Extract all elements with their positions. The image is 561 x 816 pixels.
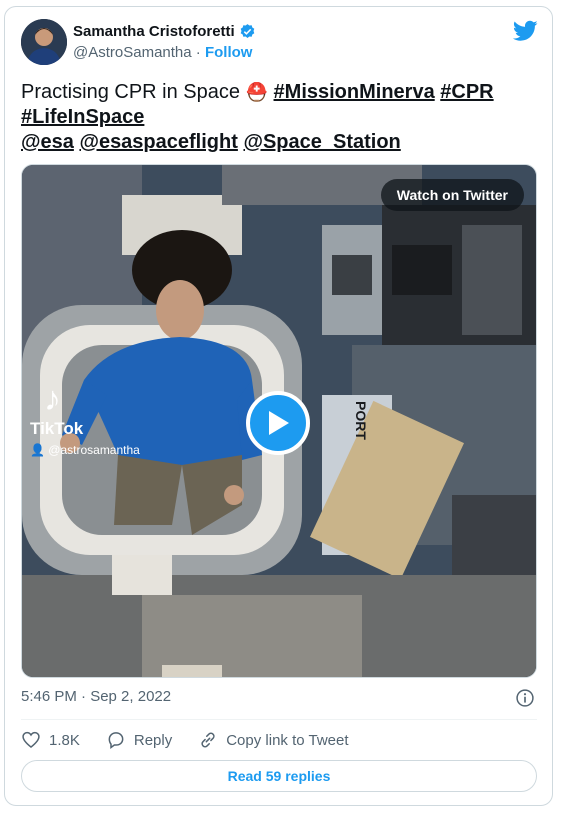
play-icon	[269, 411, 289, 435]
tweet-actions: 1.8K Reply Copy link to Tweet	[21, 729, 375, 751]
tweet-line-1: Practising CPR in Space ⛑️ #MissionMiner…	[21, 80, 541, 105]
tiktok-username: 👤 @astrosamantha	[30, 443, 140, 457]
tweet-line-3: @esa @esaspaceflight @Space_Station	[21, 130, 541, 155]
like-count: 1.8K	[49, 731, 80, 749]
watch-on-twitter-button[interactable]: Watch on Twitter	[380, 179, 524, 211]
handle-separator: ·	[191, 44, 205, 61]
author-handle-row: @AstroSamantha · Follow	[73, 44, 252, 61]
play-button[interactable]	[246, 391, 310, 455]
hashtag-cpr[interactable]: #CPR	[440, 81, 493, 103]
avatar-photo	[21, 19, 67, 65]
tiktok-label: TikTok	[30, 419, 84, 438]
tweet-timestamp[interactable]: 5:46 PM · Sep 2, 2022	[21, 688, 171, 705]
tiktok-watermark: ♪ TikTok 👤 @astrosamantha	[30, 381, 140, 457]
mention-space-station[interactable]: @Space_Station	[243, 131, 400, 153]
mention-esaspaceflight[interactable]: @esaspaceflight	[79, 131, 237, 153]
reply-icon	[108, 732, 124, 749]
avatar[interactable]	[21, 19, 67, 65]
info-icon[interactable]	[515, 688, 535, 708]
link-icon	[201, 732, 215, 748]
video-player[interactable]: PORT Watch on Twitter ♪ TikTok 👤 @astros…	[21, 164, 537, 678]
heart-icon	[22, 731, 40, 749]
like-button[interactable]: 1.8K	[21, 730, 80, 750]
user-icon: 👤	[30, 443, 49, 457]
twitter-bird-icon[interactable]	[513, 20, 538, 42]
copy-link-button[interactable]: Copy link to Tweet	[198, 730, 349, 750]
verified-badge-icon	[240, 24, 255, 38]
author-name[interactable]: Samantha Cristoforetti	[73, 23, 235, 40]
author-name-row[interactable]: Samantha Cristoforetti	[73, 23, 256, 40]
tweet-plain-text: Practising CPR in Space	[21, 81, 246, 103]
reply-button[interactable]: Reply	[106, 730, 172, 750]
copy-link-label: Copy link to Tweet	[226, 731, 349, 749]
tweet-line-2: #LifeInSpace	[21, 105, 541, 130]
hashtag-missionminerva[interactable]: #MissionMinerva	[274, 81, 435, 103]
hashtag-lifeinspace[interactable]: #LifeInSpace	[21, 106, 144, 128]
tiktok-logo-icon: ♪	[44, 380, 61, 418]
tiktok-username-text: @astrosamantha	[48, 443, 140, 457]
svg-text:PORT: PORT	[353, 401, 369, 440]
read-replies-button[interactable]: Read 59 replies	[21, 760, 537, 792]
tweet-text: Practising CPR in Space ⛑️ #MissionMiner…	[21, 80, 541, 155]
author-handle[interactable]: @AstroSamantha	[73, 44, 192, 61]
rescue-helmet-emoji-icon: ⛑️	[245, 82, 268, 102]
mention-esa[interactable]: @esa	[21, 131, 74, 153]
divider	[21, 719, 537, 720]
reply-label: Reply	[133, 731, 173, 749]
follow-button[interactable]: Follow	[205, 44, 253, 61]
